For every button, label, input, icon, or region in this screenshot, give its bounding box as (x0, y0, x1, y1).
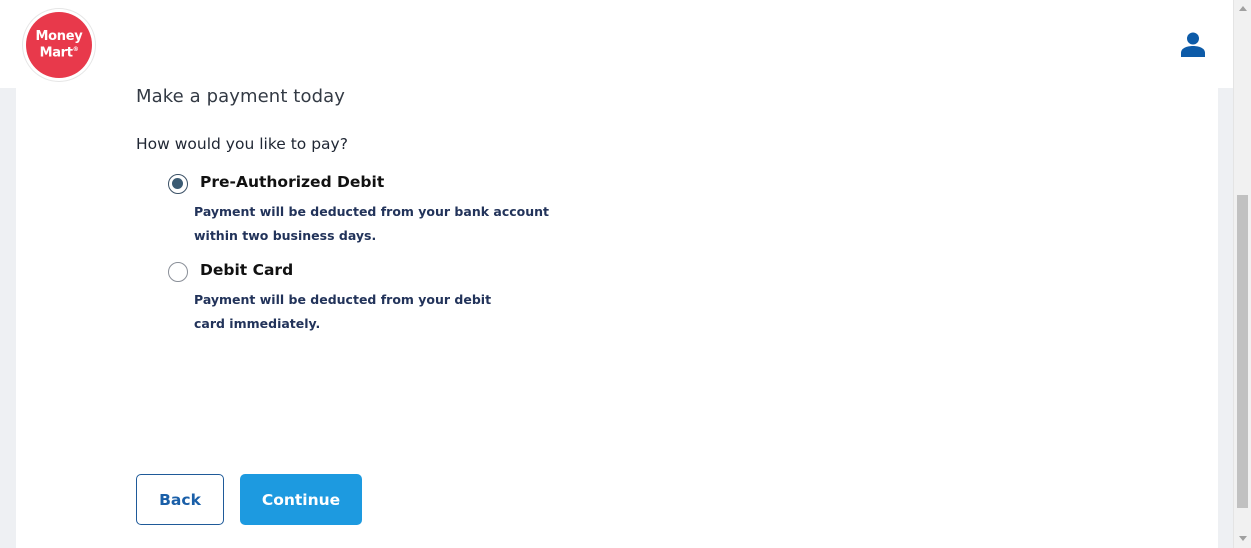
money-mart-logo[interactable]: Money Mart® (26, 12, 92, 78)
vertical-scrollbar[interactable] (1233, 0, 1251, 548)
top-header: Money Mart® (0, 0, 1233, 88)
radio-debit-card[interactable] (168, 262, 188, 282)
option-label: Debit Card (200, 261, 294, 279)
page-title: Make a payment today (136, 86, 345, 107)
continue-button[interactable]: Continue (240, 474, 362, 525)
back-button[interactable]: Back (136, 474, 224, 525)
option-description: Payment will be deducted from your bank … (194, 204, 549, 243)
option-label: Pre-Authorized Debit (200, 173, 385, 191)
scroll-down-arrow-icon[interactable] (1239, 536, 1247, 541)
option-description: Payment will be deducted from your debit… (194, 292, 492, 331)
logo-text-line1: Money (35, 29, 83, 45)
scroll-up-arrow-icon[interactable] (1239, 6, 1247, 11)
radio-pre-authorized-debit[interactable] (168, 174, 188, 194)
logo-text-line2: Mart® (39, 45, 79, 61)
scrollbar-thumb[interactable] (1237, 195, 1248, 508)
payment-question: How would you like to pay? (136, 135, 348, 153)
user-icon[interactable] (1180, 31, 1206, 57)
